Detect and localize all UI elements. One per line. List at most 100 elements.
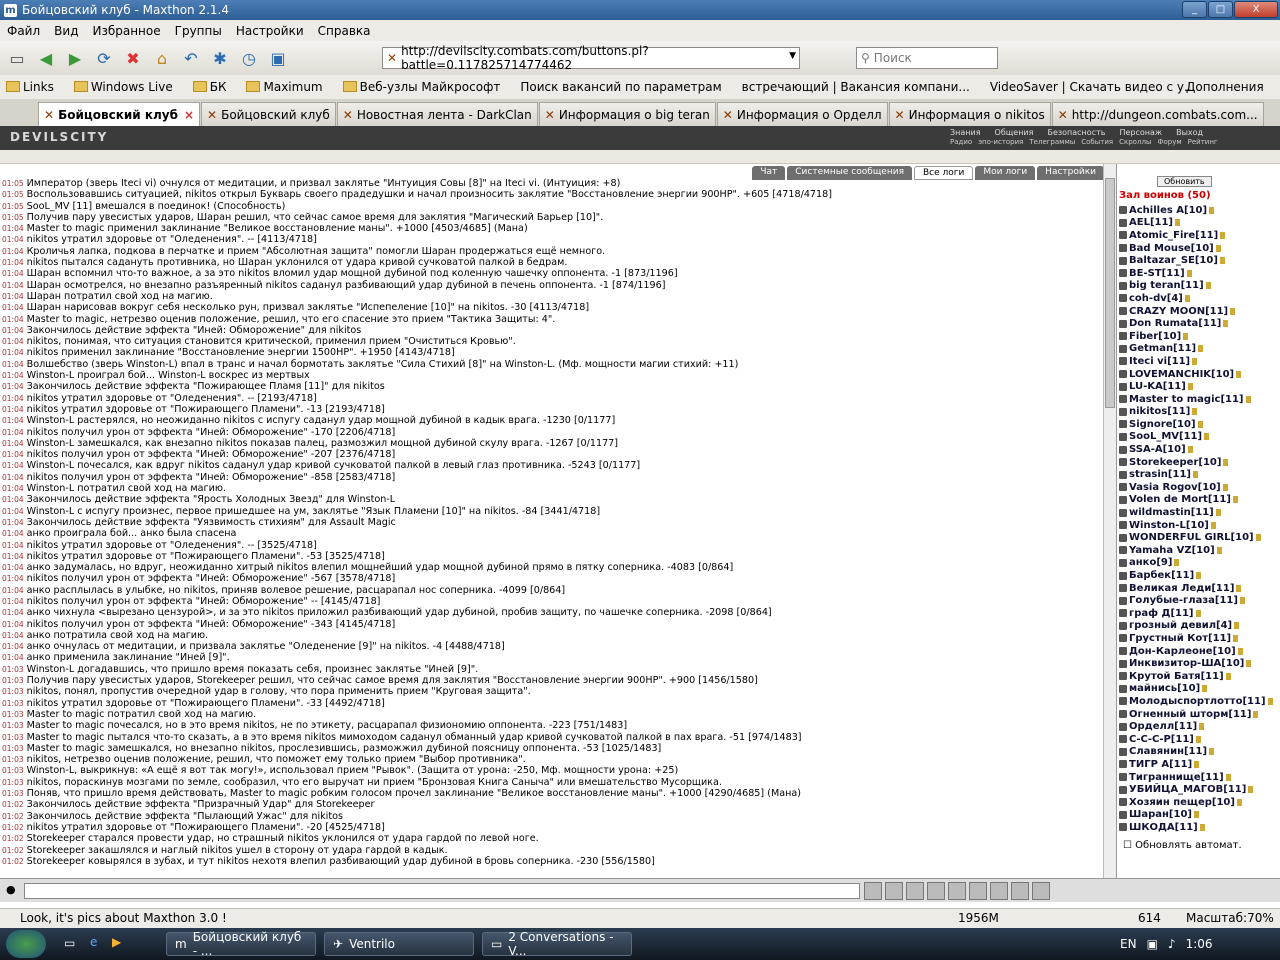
- player-info-icon[interactable]: [1246, 660, 1252, 668]
- player-info-icon[interactable]: [1174, 559, 1180, 567]
- player-item[interactable]: Fiber[10]: [1119, 330, 1280, 343]
- player-item[interactable]: Голубые-глаза[11]: [1119, 594, 1280, 607]
- player-item[interactable]: AEL[11]: [1119, 217, 1280, 230]
- tray-network-icon[interactable]: ▣: [1147, 937, 1158, 951]
- menu-file[interactable]: Файл: [0, 24, 47, 38]
- player-item[interactable]: wildmastin[11]: [1119, 506, 1280, 519]
- chevron-down-icon[interactable]: ▼: [789, 51, 796, 61]
- player-info-icon[interactable]: [1267, 697, 1273, 705]
- player-name[interactable]: Шаран[10]: [1129, 809, 1192, 820]
- screen-icon[interactable]: ▣: [265, 45, 291, 71]
- tab-item[interactable]: ✕ Информация о Орделл: [716, 102, 888, 126]
- player-info-icon[interactable]: [1198, 345, 1204, 353]
- player-info-icon[interactable]: [1210, 521, 1216, 529]
- player-item[interactable]: Baltazar_SE[10]: [1119, 254, 1280, 267]
- player-item[interactable]: Signore[10]: [1119, 418, 1280, 431]
- site-subnav-item[interactable]: эпо-история: [978, 138, 1023, 146]
- player-item[interactable]: SSA-A[10]: [1119, 443, 1280, 456]
- player-info-icon[interactable]: [1193, 811, 1199, 819]
- player-name[interactable]: Великая Леди[11]: [1129, 583, 1234, 594]
- player-name[interactable]: coh-dv[4]: [1129, 293, 1183, 304]
- tab-item[interactable]: ✕ Информация о big teran: [538, 102, 716, 126]
- site-subnav-item[interactable]: События: [1081, 138, 1113, 146]
- player-item[interactable]: Огненный шторм[11]: [1119, 708, 1280, 721]
- tray-volume-icon[interactable]: ♪: [1168, 937, 1176, 951]
- player-item[interactable]: Хозяин пещер[10]: [1119, 796, 1280, 809]
- player-info-icon[interactable]: [1194, 760, 1200, 768]
- menu-view[interactable]: Вид: [47, 24, 85, 38]
- player-item[interactable]: strasin[11]: [1119, 468, 1280, 481]
- player-name[interactable]: Fiber[10]: [1129, 331, 1181, 342]
- player-info-icon[interactable]: [1183, 332, 1189, 340]
- player-item[interactable]: анко[9]: [1119, 557, 1280, 570]
- player-name[interactable]: УБИЙЦА_МАГОВ[11]: [1129, 784, 1246, 795]
- clock-icon[interactable]: ◷: [236, 45, 262, 71]
- player-info-icon[interactable]: [1236, 798, 1242, 806]
- player-info-icon[interactable]: [1209, 206, 1215, 214]
- menu-help[interactable]: Справка: [311, 24, 378, 38]
- player-info-icon[interactable]: [1199, 723, 1205, 731]
- player-item[interactable]: Vasia Rogov[10]: [1119, 481, 1280, 494]
- tab-item[interactable]: ✕ Новостная лента - DarkClan: [336, 102, 538, 126]
- player-name[interactable]: CRAZY MOON[11]: [1129, 306, 1228, 317]
- quicklaunch-media-icon[interactable]: ▶: [112, 935, 121, 949]
- quicklaunch-ie-icon[interactable]: e: [90, 935, 97, 949]
- player-name[interactable]: Atomic_Fire[11]: [1129, 230, 1218, 241]
- player-item[interactable]: УБИЙЦА_МАГОВ[11]: [1119, 783, 1280, 796]
- home-icon[interactable]: ⌂: [149, 45, 175, 71]
- minimize-button[interactable]: _: [1182, 1, 1207, 18]
- tab-item[interactable]: ✕ Информация о nikitos: [888, 102, 1051, 126]
- player-info-icon[interactable]: [1216, 546, 1222, 554]
- link-item[interactable]: Links: [6, 80, 64, 94]
- player-name[interactable]: Yamaha VZ[10]: [1129, 545, 1215, 556]
- chat-input[interactable]: [24, 883, 860, 899]
- player-info-icon[interactable]: [1223, 458, 1229, 466]
- new-page-icon[interactable]: ▭: [4, 45, 30, 71]
- player-info-icon[interactable]: [1253, 710, 1259, 718]
- player-info-icon[interactable]: [1202, 685, 1208, 693]
- chat-scrollbar[interactable]: [1103, 164, 1116, 878]
- player-name[interactable]: Storekeeper[10]: [1129, 457, 1221, 468]
- link-item[interactable]: Поиск вакансий по параметрам: [520, 80, 731, 94]
- player-item[interactable]: Master to magic[11]: [1119, 393, 1280, 406]
- link-item[interactable]: VideoSaver | Скачать видео с у...: [990, 80, 1206, 94]
- taskbar-item[interactable]: ▭ 2 Conversations - V...: [482, 930, 632, 958]
- site-nav-item[interactable]: Персонаж: [1119, 128, 1162, 137]
- player-info-icon[interactable]: [1255, 534, 1261, 542]
- player-item[interactable]: coh-dv[4]: [1119, 292, 1280, 305]
- scroll-thumb[interactable]: [1105, 178, 1115, 408]
- player-name[interactable]: Volen de Mort[11]: [1129, 494, 1231, 505]
- player-info-icon[interactable]: [1196, 572, 1202, 580]
- player-item[interactable]: WONDERFUL GIRL[10]: [1119, 531, 1280, 544]
- player-info-icon[interactable]: [1184, 294, 1190, 302]
- player-info-icon[interactable]: [1222, 483, 1228, 491]
- language-indicator[interactable]: EN: [1120, 937, 1137, 951]
- player-item[interactable]: Achilles A[10]: [1119, 204, 1280, 217]
- player-name[interactable]: Getman[11]: [1129, 343, 1196, 354]
- player-item[interactable]: LU-KA[11]: [1119, 380, 1280, 393]
- save-icon[interactable]: [927, 882, 945, 900]
- site-nav-item[interactable]: Общения: [995, 128, 1034, 137]
- send-icon[interactable]: [864, 882, 882, 900]
- player-name[interactable]: грозный девил[4]: [1129, 620, 1232, 631]
- clear-icon[interactable]: [885, 882, 903, 900]
- player-name[interactable]: Крутой Батя[11]: [1129, 671, 1224, 682]
- player-item[interactable]: BE-ST[11]: [1119, 267, 1280, 280]
- link-item[interactable]: Windows Live: [73, 80, 183, 94]
- site-subnav-item[interactable]: Рейтинг: [1188, 138, 1218, 146]
- close-tab-icon[interactable]: ×: [184, 108, 194, 122]
- player-name[interactable]: Грустный Кот[11]: [1129, 633, 1231, 644]
- link-addons[interactable]: Дополнения: [1186, 80, 1274, 94]
- player-name[interactable]: Master to magic[11]: [1129, 394, 1244, 405]
- close-button[interactable]: X: [1234, 1, 1278, 18]
- player-name[interactable]: strasin[11]: [1129, 469, 1191, 480]
- player-name[interactable]: Дон-Карлеоне[10]: [1129, 646, 1236, 657]
- player-item[interactable]: LOVEMANCHIK[10]: [1119, 368, 1280, 381]
- player-item[interactable]: Грустный Кот[11]: [1119, 632, 1280, 645]
- player-item[interactable]: Крутой Батя[11]: [1119, 670, 1280, 683]
- player-item[interactable]: Молодыспортлотто[11]: [1119, 695, 1280, 708]
- site-subnav-item[interactable]: Телеграммы: [1029, 138, 1075, 146]
- taskbar-item[interactable]: m Бойцовский клуб - ...: [166, 930, 316, 958]
- player-item[interactable]: Winston-L[10]: [1119, 519, 1280, 532]
- player-info-icon[interactable]: [1230, 307, 1236, 315]
